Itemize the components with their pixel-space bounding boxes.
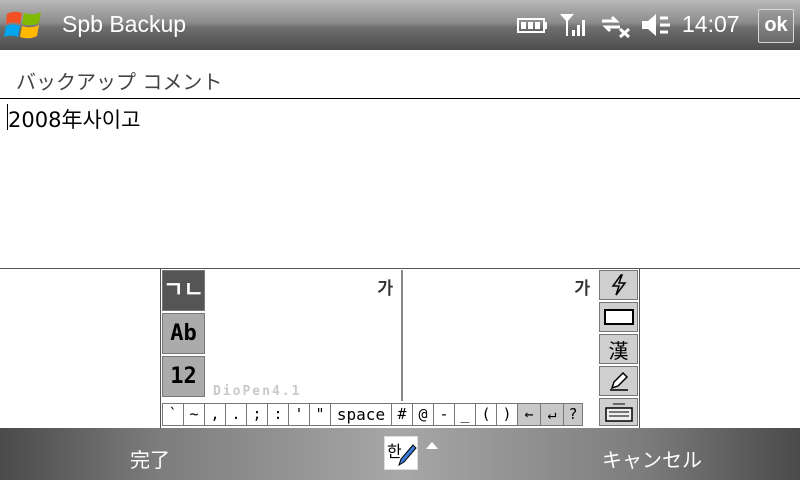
comment-text-value[interactable]: 2008年사이고 <box>8 104 140 134</box>
keyboard-icon[interactable] <box>599 398 638 426</box>
key[interactable]: ( <box>475 403 497 426</box>
key[interactable]: ; <box>246 403 268 426</box>
key[interactable]: , <box>204 403 226 426</box>
handwriting-pad-left[interactable]: 가 DioPen4.1 <box>207 270 403 401</box>
key[interactable]: ) <box>496 403 518 426</box>
title-bar: Spb Backup 14:07 ok <box>0 0 800 50</box>
key[interactable]: ` <box>162 403 184 426</box>
input-panel: ㄱㄴ Ab 12 가 DioPen4.1 가 漢 ` ~ , . ; : ' "… <box>160 269 640 428</box>
svg-text:한: 한 <box>387 442 402 461</box>
symbol-key-row: ` ~ , . ; : ' " space # @ - _ ( ) ← ↵ ? <box>162 403 583 426</box>
blank-key-icon[interactable] <box>599 302 638 332</box>
handwriting-pad-right[interactable]: 가 <box>403 270 598 401</box>
hangul-mode-button[interactable]: ㄱㄴ <box>162 270 205 311</box>
key[interactable]: ~ <box>183 403 205 426</box>
softkey-bar: 完了 한 キャンセル <box>0 428 800 480</box>
text-cursor <box>7 104 8 130</box>
done-softkey[interactable]: 完了 <box>130 444 170 473</box>
chevron-up-icon[interactable] <box>426 442 438 449</box>
battery-icon[interactable] <box>516 12 550 38</box>
pad-mode-glyph: 가 <box>377 279 393 299</box>
key[interactable]: " <box>309 403 331 426</box>
signal-icon[interactable] <box>558 12 588 38</box>
key[interactable]: ' <box>288 403 310 426</box>
key[interactable]: # <box>391 403 413 426</box>
windows-start-icon[interactable] <box>4 8 44 42</box>
key[interactable]: : <box>267 403 289 426</box>
data-sync-icon[interactable] <box>598 12 632 38</box>
app-title: Spb Backup <box>62 11 187 37</box>
key[interactable]: @ <box>412 403 434 426</box>
speaker-icon[interactable] <box>640 12 676 38</box>
pad-mode-glyph: 가 <box>574 279 590 299</box>
kanji-icon[interactable]: 漢 <box>599 334 638 364</box>
key[interactable]: - <box>433 403 455 426</box>
number-mode-button[interactable]: 12 <box>162 356 205 397</box>
brand-label: DioPen4.1 <box>213 384 302 399</box>
comment-field-label: バックアップ コメント <box>16 70 223 94</box>
backspace-key[interactable]: ← <box>517 403 541 426</box>
lightning-icon[interactable] <box>599 270 638 300</box>
clock[interactable]: 14:07 <box>682 11 740 38</box>
alphabet-mode-button[interactable]: Ab <box>162 313 205 354</box>
cancel-softkey[interactable]: キャンセル <box>602 444 702 473</box>
input-method-icon[interactable]: 한 <box>384 436 418 470</box>
enter-key[interactable]: ↵ <box>540 403 564 426</box>
key[interactable]: . <box>225 403 247 426</box>
pen-icon[interactable] <box>599 366 638 396</box>
help-key[interactable]: ? <box>563 403 583 426</box>
ok-button[interactable]: ok <box>758 9 794 43</box>
key[interactable]: _ <box>454 403 476 426</box>
space-key[interactable]: space <box>330 403 392 426</box>
